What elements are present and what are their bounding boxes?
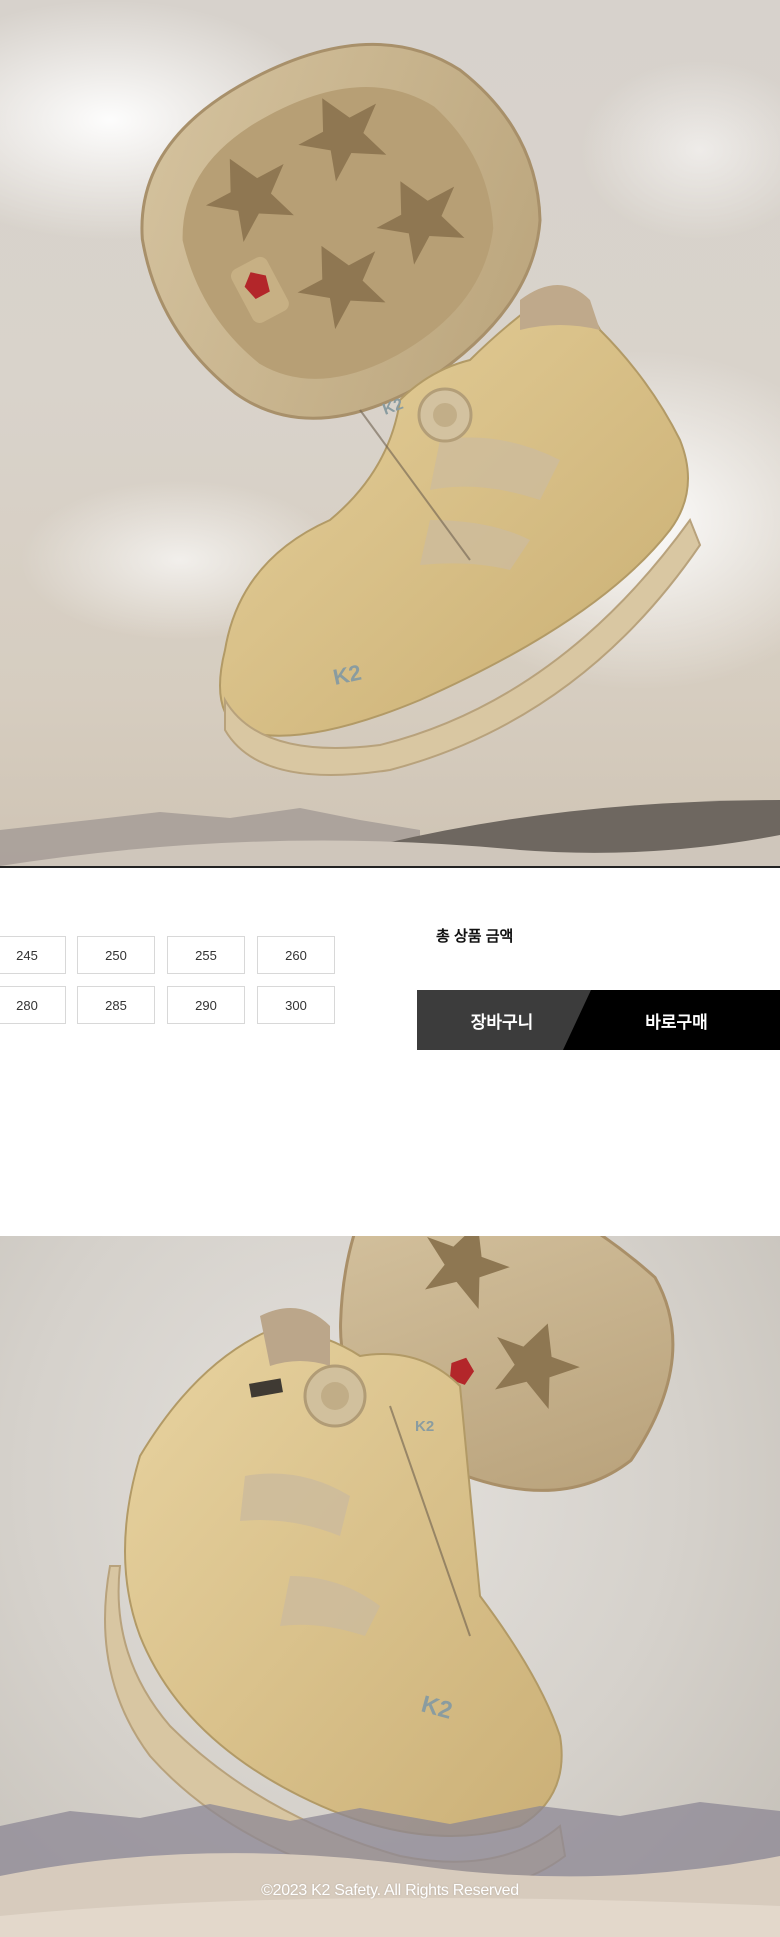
size-option-280[interactable]: 280	[0, 986, 66, 1024]
svg-text:K2: K2	[415, 1418, 434, 1435]
purchase-actions: 장바구니 바로구매	[417, 990, 780, 1050]
size-option-290[interactable]: 290	[167, 986, 245, 1024]
size-option-250[interactable]: 250	[77, 936, 155, 974]
hero-image-bottom: K2 K2	[0, 1236, 780, 1937]
size-option-285[interactable]: 285	[77, 986, 155, 1024]
size-option-260[interactable]: 260	[257, 936, 335, 974]
buy-now-button[interactable]: 바로구매	[563, 990, 780, 1050]
size-option-300[interactable]: 300	[257, 986, 335, 1024]
copyright-text: ©2023 K2 Safety. All Rights Reserved	[261, 1882, 519, 1899]
size-option-245[interactable]: 245	[0, 936, 66, 974]
boots-illustration-bottom: K2 K2	[0, 1236, 780, 1937]
boots-illustration-top: K2 K2	[0, 0, 780, 866]
purchase-panel	[0, 868, 780, 1236]
total-price-label: 총 상품 금액	[436, 928, 514, 945]
hero-image-top: K2 K2	[0, 0, 780, 866]
size-option-255[interactable]: 255	[167, 936, 245, 974]
